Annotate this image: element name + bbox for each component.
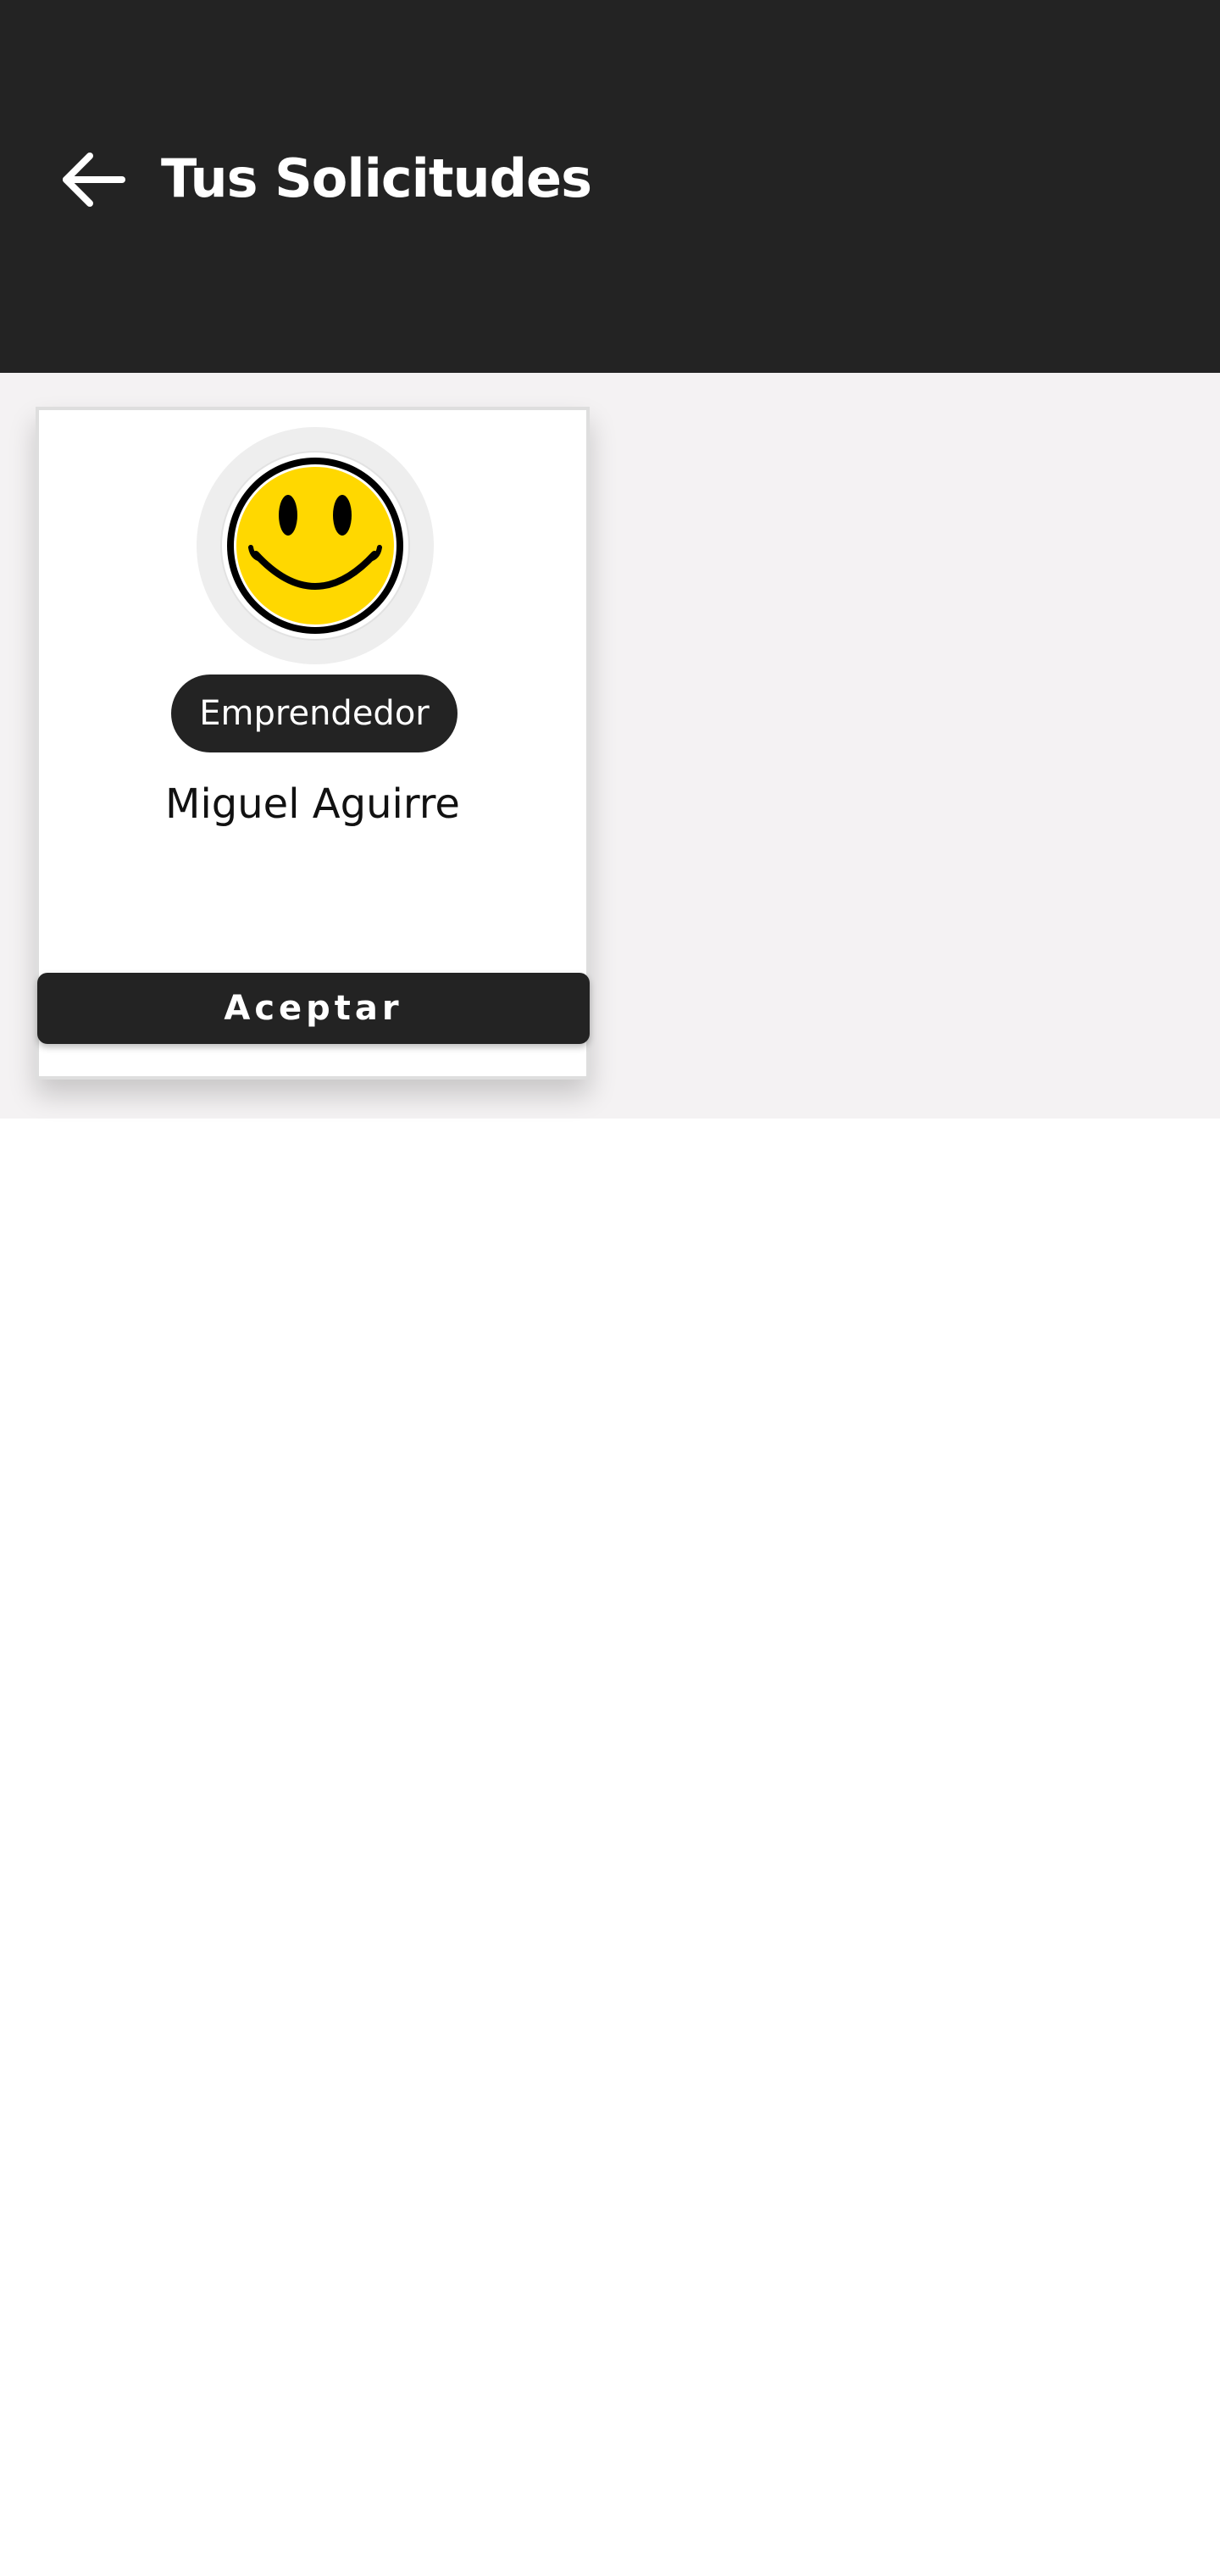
requests-list: Emprendedor Miguel Aguirre Aceptar xyxy=(0,373,1220,1119)
smiley-face-icon xyxy=(220,451,410,641)
role-badge: Emprendedor xyxy=(171,675,458,752)
request-card: Emprendedor Miguel Aguirre Aceptar xyxy=(36,407,590,1080)
back-button[interactable] xyxy=(59,146,127,214)
requester-name: Miguel Aguirre xyxy=(165,780,460,828)
page-title: Tus Solicitudes xyxy=(161,147,592,209)
avatar xyxy=(197,427,434,664)
arrow-left-icon xyxy=(63,153,125,207)
app-header: Tus Solicitudes xyxy=(0,0,1220,373)
accept-button[interactable]: Aceptar xyxy=(37,973,590,1044)
